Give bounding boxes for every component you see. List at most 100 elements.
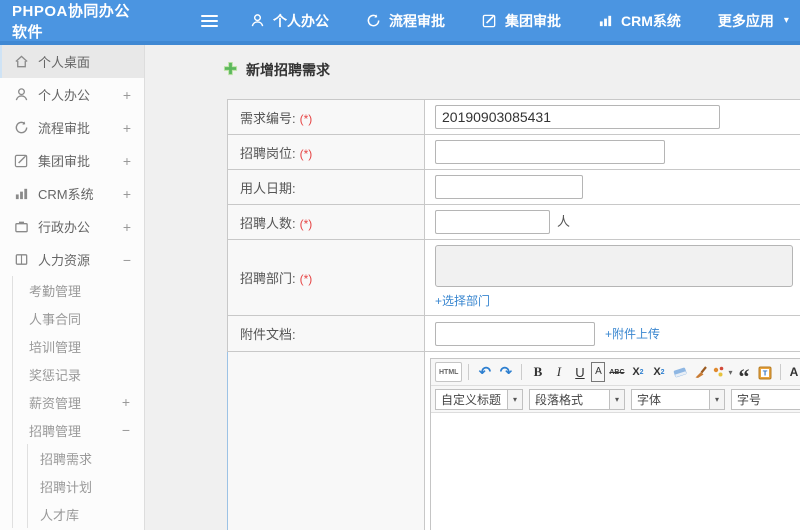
eraser-icon[interactable]	[670, 362, 689, 382]
chevron-down-icon: ▾	[728, 367, 733, 377]
undo-icon[interactable]: ↶	[475, 362, 494, 382]
expand-icon[interactable]: +	[123, 153, 131, 169]
sidebar-item-talent-pool[interactable]: 人才库	[28, 500, 144, 528]
nav-workflow-approval[interactable]: 流程审批	[366, 11, 445, 31]
sidebar-item-label: 招聘需求	[40, 451, 93, 467]
sidebar-item-salary[interactable]: 薪资管理 +	[13, 388, 144, 416]
sidebar-item-label: 招聘计划	[40, 479, 93, 495]
field-label: 附件文档:	[227, 315, 425, 352]
bar-chart-icon	[13, 186, 29, 201]
font-family-select[interactable]: 字体 ▾	[631, 388, 725, 410]
underline-button[interactable]: U	[570, 362, 589, 382]
sidebar-item-label: 集团审批	[38, 154, 91, 169]
sidebar-item-personal-desktop[interactable]: 个人桌面	[0, 45, 144, 78]
sidebar-group-recruit: 招聘需求 招聘计划 人才库	[27, 444, 144, 528]
required-mark: (*)	[299, 146, 313, 161]
sidebar-item-rewards[interactable]: 奖惩记录	[13, 360, 144, 388]
redo-icon[interactable]: ↷	[496, 362, 515, 382]
nav-group-approval[interactable]: 集团审批	[482, 11, 561, 31]
sidebar-item-attendance[interactable]: 考勤管理	[13, 276, 144, 304]
sidebar-item-label: 考勤管理	[29, 283, 82, 299]
form-row-demand-number: 需求编号: (*)	[227, 99, 800, 135]
form-row-position: 招聘岗位: (*)	[227, 134, 800, 170]
superscript-button[interactable]: X2	[628, 362, 647, 382]
position-input[interactable]	[435, 140, 665, 164]
sidebar-item-human-resources[interactable]: 人力资源 −	[0, 243, 144, 276]
top-header: PHPOA协同办公软件 个人办公 流程审批 集团审批 CRM系统 更多应用 ▾	[0, 0, 800, 45]
custom-heading-select[interactable]: 自定义标题 ▾	[435, 388, 523, 410]
format-brush-icon[interactable]	[691, 362, 710, 382]
workflow-icon	[366, 13, 381, 28]
paragraph-format-select[interactable]: 段落格式 ▾	[529, 388, 625, 410]
required-mark: (*)	[299, 111, 313, 126]
subscript-button[interactable]: X2	[649, 362, 668, 382]
field-label: 招聘岗位: (*)	[227, 134, 425, 170]
attachment-input[interactable]	[435, 321, 595, 346]
nav-more-apps[interactable]: 更多应用 ▾	[718, 11, 789, 31]
department-textarea[interactable]	[435, 245, 793, 287]
form-row-hire-date: 用人日期:	[227, 169, 800, 205]
blockquote-button[interactable]: “	[734, 362, 753, 388]
sidebar-item-group-approval[interactable]: 集团审批 +	[0, 144, 144, 177]
nav-crm-system[interactable]: CRM系统	[598, 11, 681, 31]
editor-toolbar-row1: HTML ↶ ↷ B I U A ABC X2 X2 ▾ “ T A	[431, 359, 800, 388]
field-label: 招聘人数: (*)	[227, 204, 425, 240]
html-source-button[interactable]: HTML	[435, 362, 463, 382]
sidebar-item-personnel-contract[interactable]: 人事合同	[13, 304, 144, 332]
sidebar-item-label: CRM系统	[38, 187, 94, 202]
sidebar-item-label: 奖惩记录	[29, 367, 82, 383]
attachment-upload-link[interactable]: +附件上传	[605, 327, 660, 341]
headcount-input[interactable]	[435, 210, 550, 234]
page-title-text: 新增招聘需求	[246, 62, 330, 78]
nav-label: 个人办公	[273, 12, 329, 29]
paste-text-icon[interactable]: T	[755, 362, 774, 382]
font-size-select[interactable]: 字号 ▾	[731, 388, 800, 410]
chevron-down-icon: ▾	[507, 389, 522, 409]
sidebar-item-training[interactable]: 培训管理	[13, 332, 144, 360]
sidebar-item-recruit-management[interactable]: 招聘管理 −	[13, 416, 144, 444]
headcount-unit: 人	[557, 214, 571, 230]
sidebar-item-label: 个人办公	[38, 88, 91, 103]
collapse-icon[interactable]: −	[122, 422, 130, 438]
sidebar-item-label: 薪资管理	[29, 395, 82, 411]
edit-icon	[13, 153, 29, 168]
expand-icon[interactable]: +	[123, 186, 131, 202]
sidebar-item-label: 招聘管理	[29, 423, 82, 439]
rich-text-editor: HTML ↶ ↷ B I U A ABC X2 X2 ▾ “ T A 自定义标题…	[430, 358, 800, 530]
sidebar-item-label: 行政办公	[38, 220, 91, 235]
demand-number-input[interactable]	[435, 105, 720, 129]
border-text-button[interactable]: A	[591, 362, 606, 382]
sidebar-item-recruit-plan[interactable]: 招聘计划	[28, 472, 144, 500]
sidebar-item-workflow-approval[interactable]: 流程审批 +	[0, 111, 144, 144]
field-label: 用人日期:	[227, 169, 425, 205]
editor-content-area[interactable]	[431, 413, 800, 530]
expand-icon[interactable]: +	[123, 219, 131, 235]
select-department-link[interactable]: +选择部门	[435, 292, 490, 309]
book-icon	[13, 252, 29, 267]
italic-button[interactable]: I	[549, 362, 568, 382]
sidebar-item-personal-office[interactable]: 个人办公 +	[0, 78, 144, 111]
expand-icon[interactable]: +	[123, 120, 131, 136]
sidebar-item-crm-system[interactable]: CRM系统 +	[0, 177, 144, 210]
nav-personal-office[interactable]: 个人办公	[250, 11, 329, 31]
workflow-icon	[13, 120, 29, 135]
page-title: 新增招聘需求	[223, 60, 800, 80]
expand-icon[interactable]: +	[122, 394, 130, 410]
hire-date-input[interactable]	[435, 175, 583, 199]
collapse-icon[interactable]: −	[123, 252, 131, 268]
sidebar-item-recruit-demand[interactable]: 招聘需求	[28, 444, 144, 472]
hamburger-menu-icon[interactable]	[201, 14, 218, 27]
briefcase-icon	[13, 219, 29, 234]
sidebar-item-admin-office[interactable]: 行政办公 +	[0, 210, 144, 243]
form-row-attachment: 附件文档: +附件上传	[227, 315, 800, 352]
strikethrough-button[interactable]: ABC	[607, 362, 626, 382]
sidebar-item-label: 人力资源	[38, 253, 91, 268]
color-splash-icon[interactable]: ▾	[712, 362, 732, 382]
sidebar-item-label: 个人桌面	[38, 55, 91, 70]
home-icon	[13, 54, 29, 69]
field-label: 招聘部门: (*)	[227, 239, 425, 316]
expand-icon[interactable]: +	[123, 87, 131, 103]
bold-button[interactable]: B	[528, 362, 547, 382]
person-icon	[13, 87, 29, 102]
font-color-button[interactable]: A▾	[787, 362, 800, 382]
